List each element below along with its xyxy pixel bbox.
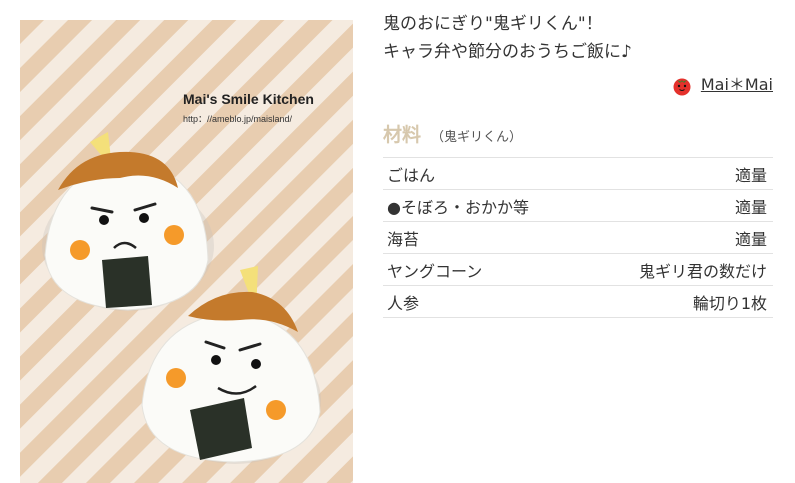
ingredients-title: 材料 — [383, 124, 422, 146]
ingredients-subtitle: （鬼ギリくん） — [431, 130, 523, 145]
ingredient-row: ヤングコーン 鬼ギリ君の数だけ — [383, 254, 773, 286]
ingredient-amount: 適量 — [734, 197, 767, 217]
photo-title: Mai's Smile Kitchen — [183, 91, 314, 107]
ingredient-name: ●そぼろ・おかか等 — [387, 197, 529, 217]
ingredients-header: 材料 （鬼ギリくん） — [383, 120, 773, 147]
description-line-2: キャラ弁や節分のおうちご飯に♪ — [383, 42, 632, 62]
ingredient-name: 海苔 — [387, 229, 420, 249]
ingredient-row: 人参 輪切り1枚 — [383, 286, 773, 318]
author-row: Mai＊Mai — [383, 72, 773, 104]
ingredient-amount: 鬼ギリ君の数だけ — [638, 261, 767, 281]
recipe-photo[interactable]: Mai's Smile Kitchen http：//ameblo.jp/mai… — [20, 20, 353, 483]
onigiri-image: Mai's Smile Kitchen http：//ameblo.jp/mai… — [20, 20, 353, 483]
ingredient-row: ごはん 適量 — [383, 158, 773, 190]
photo-url: http：//ameblo.jp/maisland/ — [183, 114, 293, 124]
ingredient-amount: 適量 — [734, 229, 767, 249]
ingredient-row: ●そぼろ・おかか等 適量 — [383, 190, 773, 222]
ingredient-row: 海苔 適量 — [383, 222, 773, 254]
ingredient-name: 人参 — [387, 293, 420, 313]
tomato-icon — [671, 74, 693, 96]
recipe-description: 鬼のおにぎり"鬼ギリくん"！ キャラ弁や節分のおうちご飯に♪ — [383, 10, 773, 66]
ingredient-amount: 適量 — [734, 165, 767, 185]
description-line-1: 鬼のおにぎり"鬼ギリくん"！ — [383, 14, 603, 34]
ingredient-name: ヤングコーン — [387, 261, 483, 281]
author-name: Mai＊Mai — [700, 75, 773, 94]
ingredient-name: ごはん — [387, 165, 436, 185]
ingredient-amount: 輪切り1枚 — [692, 293, 767, 313]
author-link[interactable]: Mai＊Mai — [671, 72, 773, 98]
ingredients-list: ごはん 適量 ●そぼろ・おかか等 適量 海苔 適量 ヤングコーン 鬼ギリ君の数だ… — [383, 157, 773, 318]
recipe-info: 鬼のおにぎり"鬼ギリくん"！ キャラ弁や節分のおうちご飯に♪ Mai＊Mai 材… — [383, 10, 773, 318]
